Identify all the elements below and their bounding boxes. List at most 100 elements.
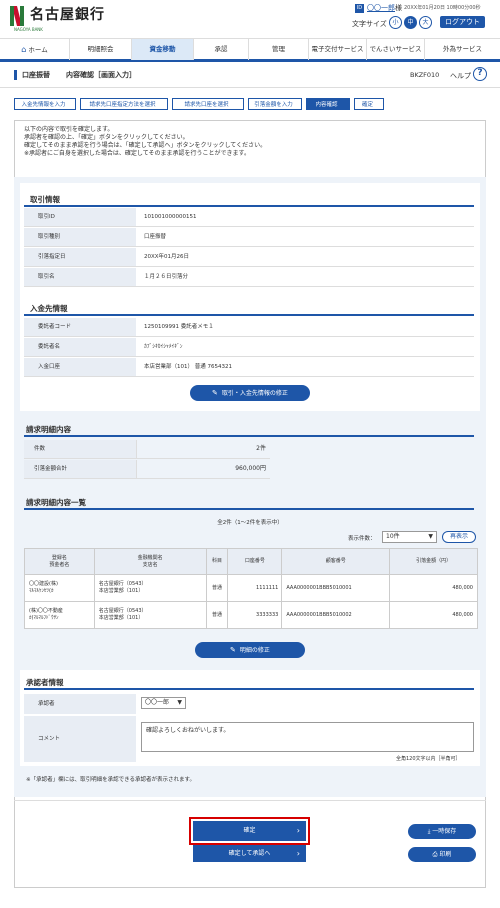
logout-button[interactable]: ログアウト bbox=[440, 16, 485, 28]
table-row: (株)〇〇不動産 ｶ)ﾏﾙﾏﾙﾌﾄﾞｳｻﾝ 名古屋銀行（0543） 本店営業部（10… bbox=[24, 601, 478, 629]
details-table: 登録名 預金者名 金融機関名 支店名 科目 口座番号 顧客番号 引落金額（円） 〇〇… bbox=[24, 548, 478, 629]
print-label: 印刷 bbox=[439, 851, 452, 858]
font-size-large-button[interactable]: 大 bbox=[419, 16, 432, 29]
edit-details-label: 明細の修正 bbox=[239, 647, 270, 654]
pencil-icon: ✎ bbox=[212, 389, 218, 397]
summary-label: 件数 bbox=[24, 440, 136, 458]
nav-management[interactable]: 管理 bbox=[249, 39, 309, 60]
edit-transaction-button[interactable]: ✎ 取引・入金先情報の修正 bbox=[190, 385, 310, 401]
section-divider bbox=[24, 508, 474, 510]
approver-note: ※「承認者」欄には、取引明細を承認できる承認者が表示されます。 bbox=[26, 777, 195, 783]
step-3: 請求先口座を選択 bbox=[172, 98, 244, 110]
info-label: 入金口座 bbox=[24, 358, 136, 376]
step-4: 引落金額を入力 bbox=[248, 98, 302, 110]
intro-line: 確定してそのまま承認を行う場合は、「確定して承認へ」ボタンをクリックしてください… bbox=[24, 142, 267, 149]
col-header-bank: 金融機関名 bbox=[137, 554, 163, 561]
font-size-label: 文字サイズ bbox=[352, 20, 387, 28]
col-header: 口座番号 bbox=[227, 548, 283, 575]
col-header: 顧客番号 bbox=[281, 548, 391, 575]
info-value: 1250109991 委託者メモ１ bbox=[144, 324, 214, 330]
pencil-icon: ✎ bbox=[230, 646, 236, 654]
info-row: 取引名 １月２６日引落分 bbox=[24, 268, 474, 287]
nav-forex[interactable]: 外為サービス bbox=[425, 39, 500, 60]
intro-line: 以下の内容で取引を確定します。 bbox=[24, 126, 114, 133]
section-divider bbox=[24, 314, 474, 316]
home-icon: ⌂ bbox=[21, 45, 27, 54]
help-link[interactable]: ヘルプ bbox=[450, 71, 471, 81]
page-title: 内容確認［画面入力］ bbox=[66, 71, 136, 79]
nav-approval[interactable]: 承認 bbox=[194, 39, 249, 60]
user-name-link[interactable]: 〇〇一郎 bbox=[367, 3, 395, 13]
comment-limit: 全角120文字以内［半角可］ bbox=[396, 756, 461, 762]
font-size-medium-button[interactable]: 中 bbox=[404, 16, 417, 29]
temp-save-label: 一時保存 bbox=[432, 828, 457, 835]
info-label: 取引名 bbox=[24, 268, 136, 286]
step-1: 入金先情報を入力 bbox=[14, 98, 76, 110]
col-header: 登録名 預金者名 bbox=[24, 548, 95, 575]
depositor-name: ﾏﾙﾏﾙｹﾝｾﾂ(ｶ bbox=[29, 588, 54, 594]
info-value: 20XX年01月26日 bbox=[144, 254, 190, 260]
info-label: 取引ID bbox=[24, 208, 136, 226]
step-progress: 入金先情報を入力 請求先口座指定方法を選択 請求先口座を選択 引落金額を入力 内… bbox=[14, 98, 384, 110]
info-value: 口座振替 bbox=[144, 234, 167, 240]
info-value: 101001000000151 bbox=[144, 214, 197, 220]
nav-home-label: ホーム bbox=[28, 46, 48, 54]
summary-label: 引落金額合計 bbox=[24, 460, 136, 478]
cell-name: (株)〇〇不動産 ｶ)ﾏﾙﾏﾙﾌﾄﾞｳｻﾝ bbox=[24, 601, 95, 629]
col-header: 金融機関名 支店名 bbox=[93, 548, 207, 575]
print-button[interactable]: ⎙ 印刷 bbox=[408, 847, 476, 862]
approver-select[interactable]: 〇〇一郎 ▼ bbox=[141, 697, 186, 709]
edit-details-button[interactable]: ✎ 明細の修正 bbox=[195, 642, 305, 658]
step-2: 請求先口座指定方法を選択 bbox=[80, 98, 168, 110]
help-icon[interactable]: ? bbox=[473, 67, 487, 81]
cell-bank: 名古屋銀行（0543） 本店営業部（101） bbox=[93, 574, 207, 602]
summary-row: 件数 2件 bbox=[24, 440, 270, 459]
chevron-right-icon: › bbox=[296, 826, 300, 835]
branch-name: 本店営業部（101） bbox=[98, 615, 144, 621]
approver-section-title: 承認者情報 bbox=[26, 678, 64, 687]
section-divider bbox=[24, 435, 474, 437]
details-count: 全2件（1〜2件を表示中） bbox=[217, 520, 283, 526]
table-header-row: 登録名 預金者名 金融機関名 支店名 科目 口座番号 顧客番号 引落金額（円） bbox=[24, 548, 478, 575]
cell-account: 1111111 bbox=[227, 574, 283, 602]
cell-customer: AAA0000001BBB5010001 bbox=[281, 574, 391, 602]
info-value: １月２６日引落分 bbox=[144, 274, 189, 280]
comment-textarea[interactable]: 確認よろしくおねがいします。 bbox=[141, 722, 474, 752]
cell-bank: 名古屋銀行（0543） 本店営業部（101） bbox=[93, 601, 207, 629]
confirm-approve-button[interactable]: 確定して承認へ › bbox=[193, 845, 306, 862]
temp-save-button[interactable]: ⤓ 一時保存 bbox=[408, 824, 476, 839]
approver-label: 承認者 bbox=[24, 694, 136, 714]
last-login-time: 20XX年01月20日 10時00分00秒 bbox=[404, 5, 481, 11]
nav-transfer[interactable]: 資金移動 bbox=[132, 39, 194, 60]
cell-customer: AAA0000001BBB5010002 bbox=[281, 601, 391, 629]
nav-densai[interactable]: でんさいサービス bbox=[367, 39, 425, 60]
nav-e-delivery[interactable]: 電子交付サービス bbox=[309, 39, 367, 60]
comment-label: コメント bbox=[24, 716, 136, 762]
cell-type: 普通 bbox=[205, 601, 229, 629]
registered-name: 〇〇建設(株) bbox=[29, 581, 58, 587]
nav-home[interactable]: ⌂ ホーム bbox=[0, 39, 70, 60]
info-row: 取引ID 101001000000151 bbox=[24, 208, 474, 227]
confirm-button[interactable]: 確定 › bbox=[189, 817, 310, 845]
section-divider bbox=[24, 688, 474, 690]
info-row: 委託者名 ｶﾌﾞｼｷｶｲｼｬﾒｲｷﾞﾝ bbox=[24, 338, 474, 357]
bank-logo-icon bbox=[10, 6, 24, 26]
display-count-select[interactable]: 10件 ▼ bbox=[382, 531, 437, 543]
info-row: 入金口座 本店営業部（101） 普通 7654321 bbox=[24, 358, 474, 377]
cell-type: 普通 bbox=[205, 574, 229, 602]
cell-amount: 480,000 bbox=[389, 601, 478, 629]
font-size-small-button[interactable]: 小 bbox=[389, 16, 402, 29]
redisplay-button[interactable]: 再表示 bbox=[442, 531, 476, 543]
intro-line: 承認者を確認の上、「確定」ボタンをクリックしてください。 bbox=[24, 134, 189, 141]
nav-statement[interactable]: 明細照会 bbox=[70, 39, 132, 60]
info-label: 引落指定日 bbox=[24, 248, 136, 266]
depositor-name: ｶ)ﾏﾙﾏﾙﾌﾄﾞｳｻﾝ bbox=[29, 615, 59, 621]
confirm-label: 確定 bbox=[243, 827, 256, 834]
bank-name: 名古屋銀行（0543） bbox=[98, 581, 147, 587]
title-marker bbox=[14, 70, 17, 80]
summary-row: 引落金額合計 960,000円 bbox=[24, 460, 270, 479]
payee-section-title: 入金先情報 bbox=[30, 304, 68, 313]
col-header-branch: 支店名 bbox=[142, 561, 158, 568]
cell-account: 3333333 bbox=[227, 601, 283, 629]
download-icon: ⤓ bbox=[427, 828, 431, 835]
